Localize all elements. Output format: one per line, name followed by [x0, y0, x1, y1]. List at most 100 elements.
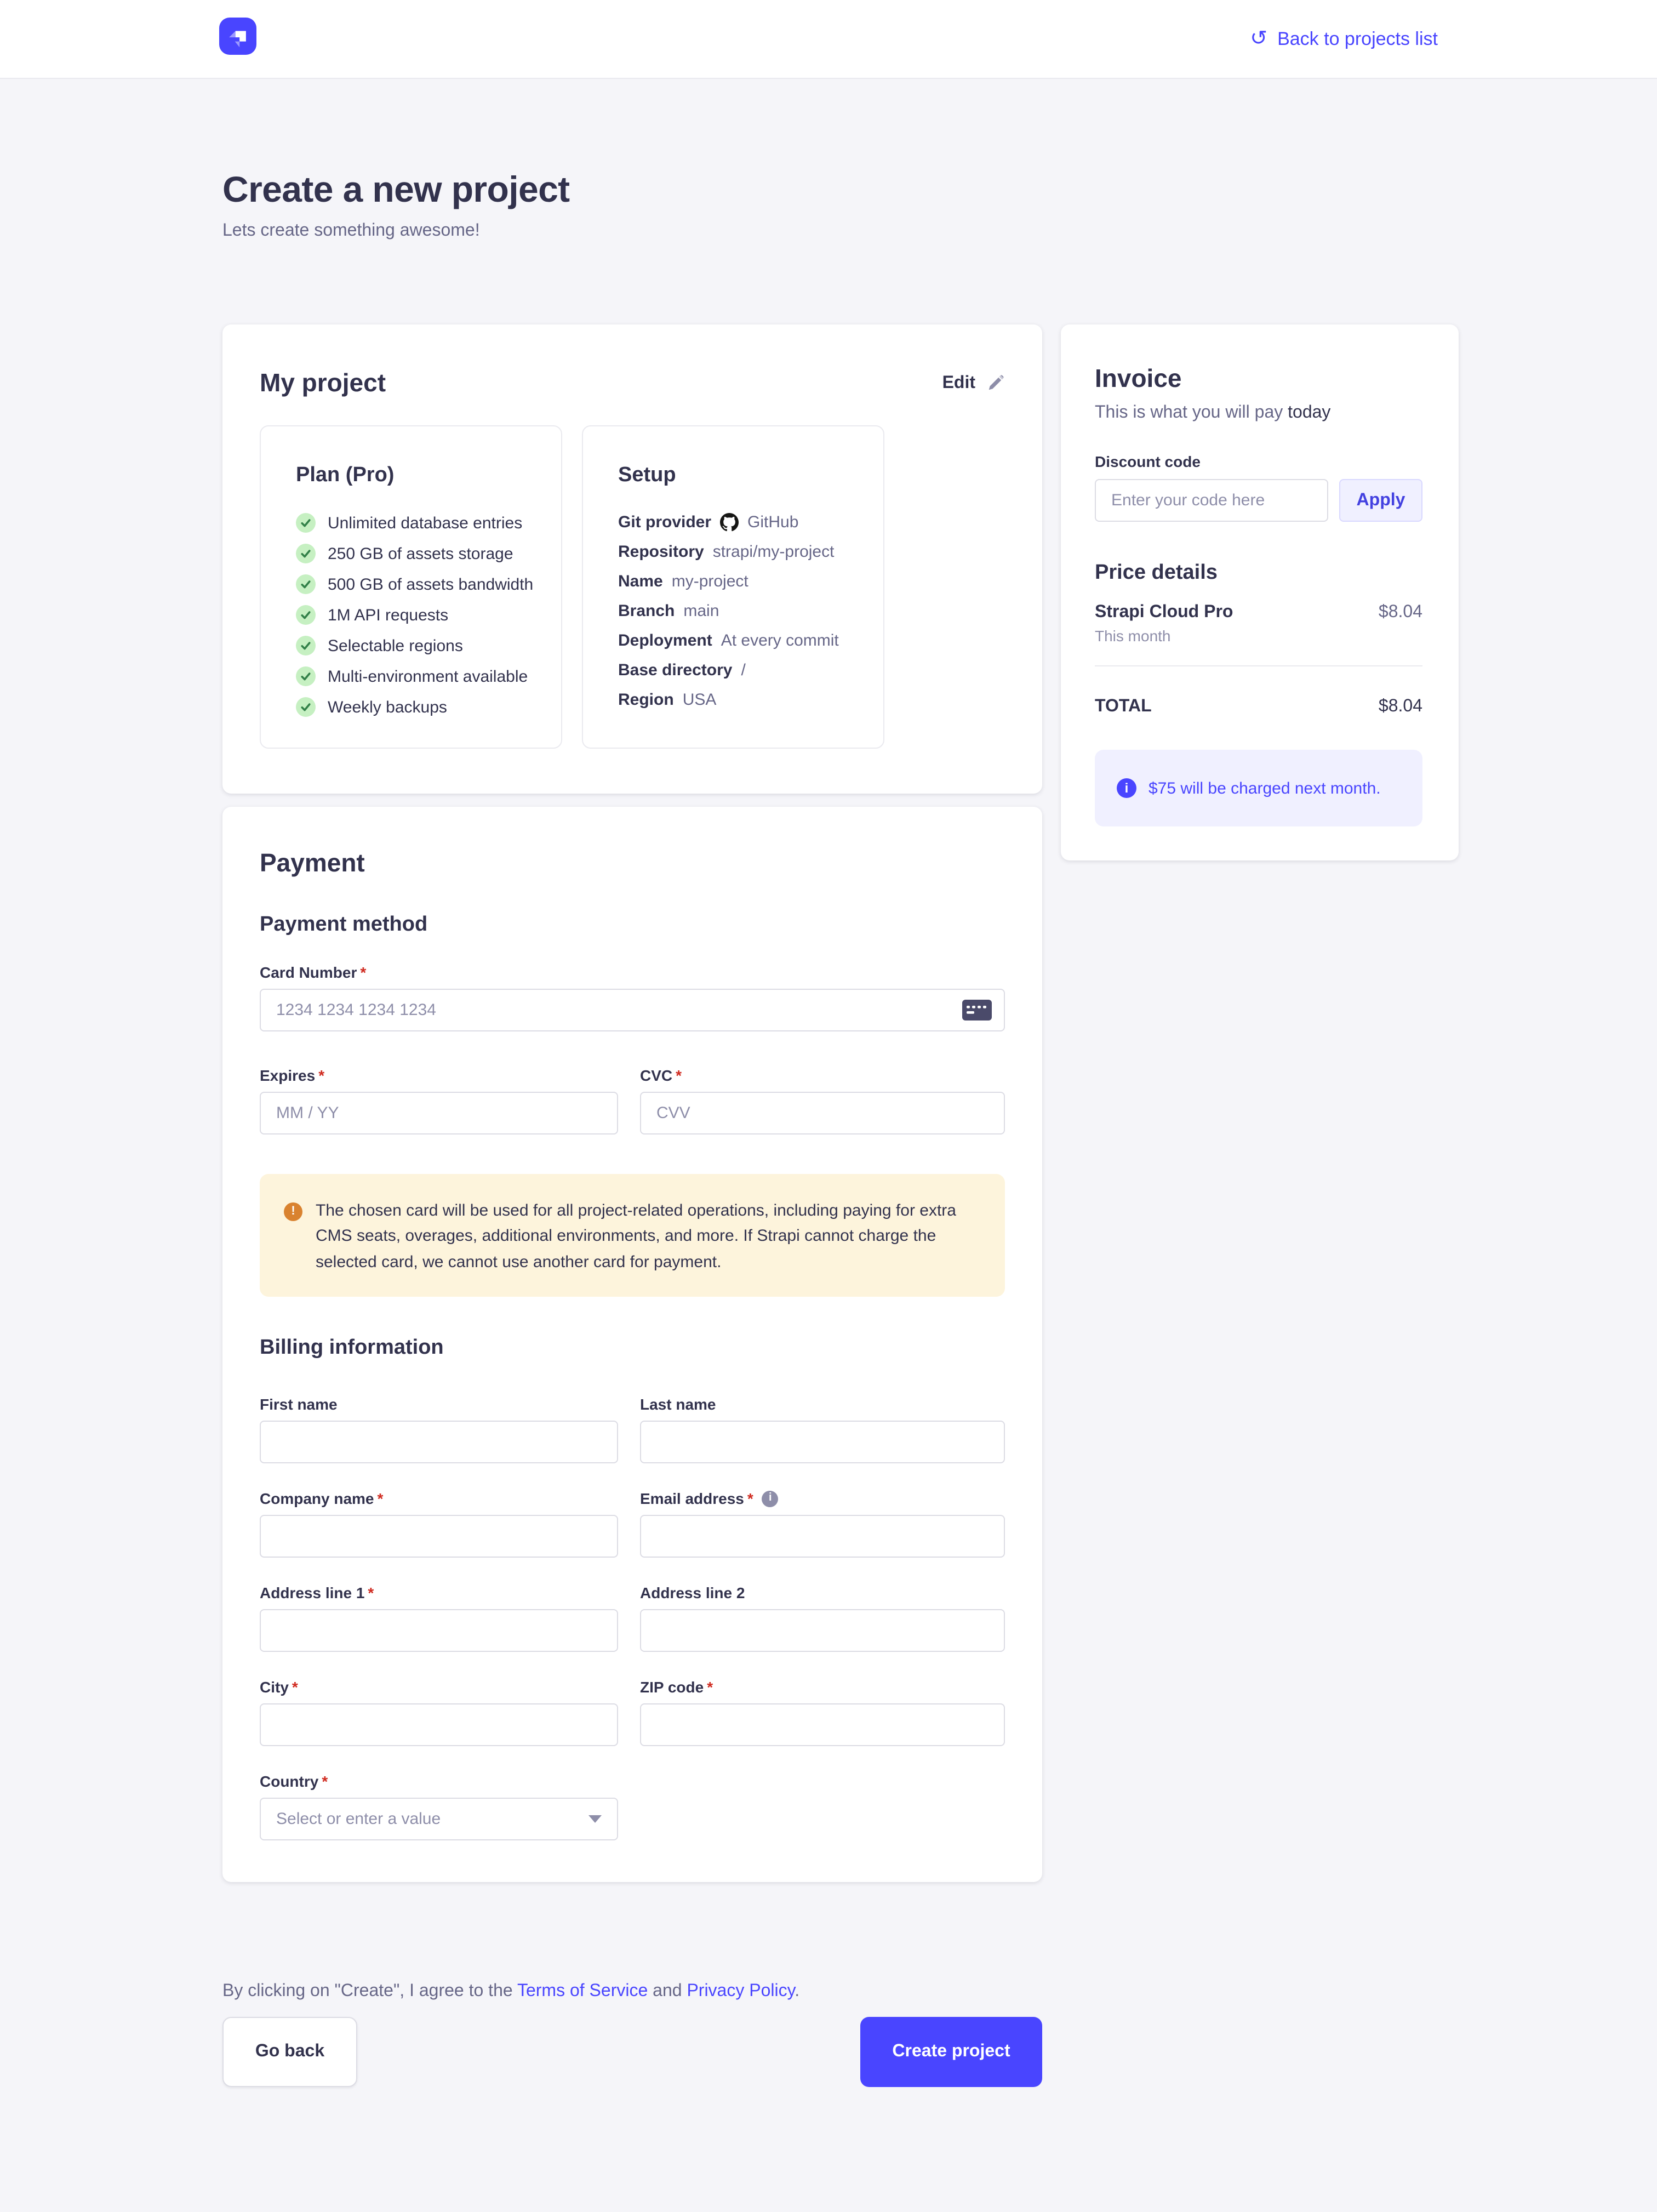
- country-select-placeholder: Select or enter a value: [276, 1810, 441, 1828]
- plan-feature: 500 GB of assets bandwidth: [296, 574, 541, 594]
- privacy-policy-link[interactable]: Privacy Policy: [687, 1982, 795, 2000]
- back-icon: ↺: [1250, 28, 1267, 49]
- setup-row-region: Region USA: [618, 691, 864, 709]
- plan-feature: Selectable regions: [296, 636, 541, 655]
- company-name-label: Company name*: [260, 1490, 618, 1507]
- plan-feature: Multi-environment available: [296, 666, 541, 686]
- country-label: Country*: [260, 1772, 618, 1790]
- check-icon: [296, 697, 316, 717]
- setup-row-name: Name my-project: [618, 572, 864, 591]
- charge-note-text: $75 will be charged next month.: [1149, 779, 1381, 797]
- chevron-down-icon: [588, 1815, 602, 1823]
- required-asterisk: *: [360, 964, 366, 981]
- plan-feature: 250 GB of assets storage: [296, 544, 541, 563]
- price-line-item: Strapi Cloud Pro This month $8.04: [1095, 603, 1422, 645]
- required-asterisk: *: [368, 1584, 374, 1601]
- address-line1-field: Address line 1*: [260, 1584, 618, 1652]
- payment-card: Payment Payment method Card Number*: [222, 807, 1042, 1882]
- country-select[interactable]: Select or enter a value: [260, 1798, 618, 1840]
- page-title: Create a new project: [222, 169, 570, 210]
- plan-panel: Plan (Pro) Unlimited database entries 25…: [260, 425, 562, 749]
- first-name-input[interactable]: [260, 1421, 618, 1463]
- create-project-button[interactable]: Create project: [860, 2017, 1042, 2087]
- card-number-input[interactable]: [260, 989, 1005, 1031]
- plan-feature: Unlimited database entries: [296, 513, 541, 533]
- github-icon: [720, 513, 739, 532]
- discount-code-input[interactable]: [1095, 479, 1328, 522]
- terms-agreement-text: By clicking on "Create", I agree to the …: [222, 1982, 799, 2002]
- last-name-input[interactable]: [640, 1421, 1005, 1463]
- go-back-button[interactable]: Go back: [222, 2017, 357, 2087]
- check-icon: [296, 636, 316, 655]
- expires-label: Expires*: [260, 1067, 618, 1084]
- check-icon: [296, 605, 316, 625]
- apply-discount-button[interactable]: Apply: [1339, 479, 1422, 522]
- company-name-field: Company name*: [260, 1490, 618, 1558]
- setup-row-repository: Repository strapi/my-project: [618, 543, 864, 561]
- company-name-input[interactable]: [260, 1515, 618, 1558]
- email-address-label: Email address* i: [640, 1490, 1005, 1507]
- setup-row-branch: Branch main: [618, 602, 864, 620]
- required-asterisk: *: [292, 1678, 298, 1696]
- discount-code-label: Discount code: [1095, 453, 1422, 470]
- strapi-logo[interactable]: [219, 18, 256, 60]
- address-line1-input[interactable]: [260, 1609, 618, 1652]
- info-icon: i: [1117, 778, 1136, 798]
- invoice-card: Invoice This is what you will pay today …: [1061, 324, 1459, 860]
- back-link-label: Back to projects list: [1277, 28, 1438, 50]
- city-label: City*: [260, 1678, 618, 1696]
- card-usage-warning-text: The chosen card will be used for all pro…: [316, 1198, 976, 1275]
- price-divider: [1095, 665, 1422, 666]
- city-field: City*: [260, 1678, 618, 1746]
- expires-input[interactable]: [260, 1092, 618, 1134]
- last-name-field: Last name: [640, 1395, 1005, 1463]
- check-icon: [296, 574, 316, 594]
- my-project-card: My project Edit Plan (Pro) Unlimited dat…: [222, 324, 1042, 794]
- address-line2-label: Address line 2: [640, 1584, 1005, 1601]
- required-asterisk: *: [707, 1678, 713, 1696]
- email-address-input[interactable]: [640, 1515, 1005, 1558]
- expires-field: Expires*: [260, 1067, 618, 1134]
- required-asterisk: *: [318, 1067, 324, 1084]
- first-name-label: First name: [260, 1395, 618, 1413]
- my-project-title: My project: [260, 368, 386, 398]
- plan-feature: Weekly backups: [296, 697, 541, 717]
- line-item-period: This month: [1095, 627, 1233, 645]
- required-asterisk: *: [378, 1490, 384, 1507]
- create-project-page: ↺ Back to projects list Create a new pro…: [0, 0, 1657, 2212]
- cvc-label: CVC*: [640, 1067, 1005, 1084]
- invoice-title: Invoice: [1095, 364, 1422, 394]
- check-icon: [296, 544, 316, 563]
- setup-row-deployment: Deployment At every commit: [618, 631, 864, 650]
- plan-title: Plan (Pro): [296, 464, 541, 488]
- zip-code-label: ZIP code*: [640, 1678, 1005, 1696]
- city-input[interactable]: [260, 1703, 618, 1746]
- address-line2-input[interactable]: [640, 1609, 1005, 1652]
- plan-feature-list: Unlimited database entries 250 GB of ass…: [296, 513, 541, 717]
- zip-code-field: ZIP code*: [640, 1678, 1005, 1746]
- line-item-amount: $8.04: [1379, 603, 1422, 623]
- invoice-subtitle: This is what you will pay today: [1095, 403, 1422, 423]
- card-number-label: Card Number*: [260, 964, 1005, 981]
- card-usage-warning: ! The chosen card will be used for all p…: [260, 1174, 1005, 1297]
- setup-row-base-directory: Base directory /: [618, 661, 864, 680]
- payment-title: Payment: [260, 848, 1005, 878]
- last-name-label: Last name: [640, 1395, 1005, 1413]
- address-line1-label: Address line 1*: [260, 1584, 618, 1601]
- total-amount: $8.04: [1379, 697, 1422, 717]
- required-asterisk: *: [322, 1772, 328, 1790]
- card-number-field: Card Number*: [260, 964, 1005, 1031]
- back-to-projects-link[interactable]: ↺ Back to projects list: [1250, 28, 1438, 50]
- page-subtitle: Lets create something awesome!: [222, 221, 570, 241]
- terms-of-service-link[interactable]: Terms of Service: [517, 1982, 648, 2000]
- check-icon: [296, 666, 316, 686]
- next-month-charge-note: i $75 will be charged next month.: [1095, 750, 1422, 826]
- strapi-logo-icon: [219, 18, 256, 55]
- address-line2-field: Address line 2: [640, 1584, 1005, 1652]
- edit-project-button[interactable]: Edit: [942, 373, 1005, 393]
- cvc-input[interactable]: [640, 1092, 1005, 1134]
- country-field: Country* Select or enter a value: [260, 1772, 618, 1840]
- zip-code-input[interactable]: [640, 1703, 1005, 1746]
- email-address-field: Email address* i: [640, 1490, 1005, 1558]
- email-info-icon[interactable]: i: [762, 1490, 779, 1507]
